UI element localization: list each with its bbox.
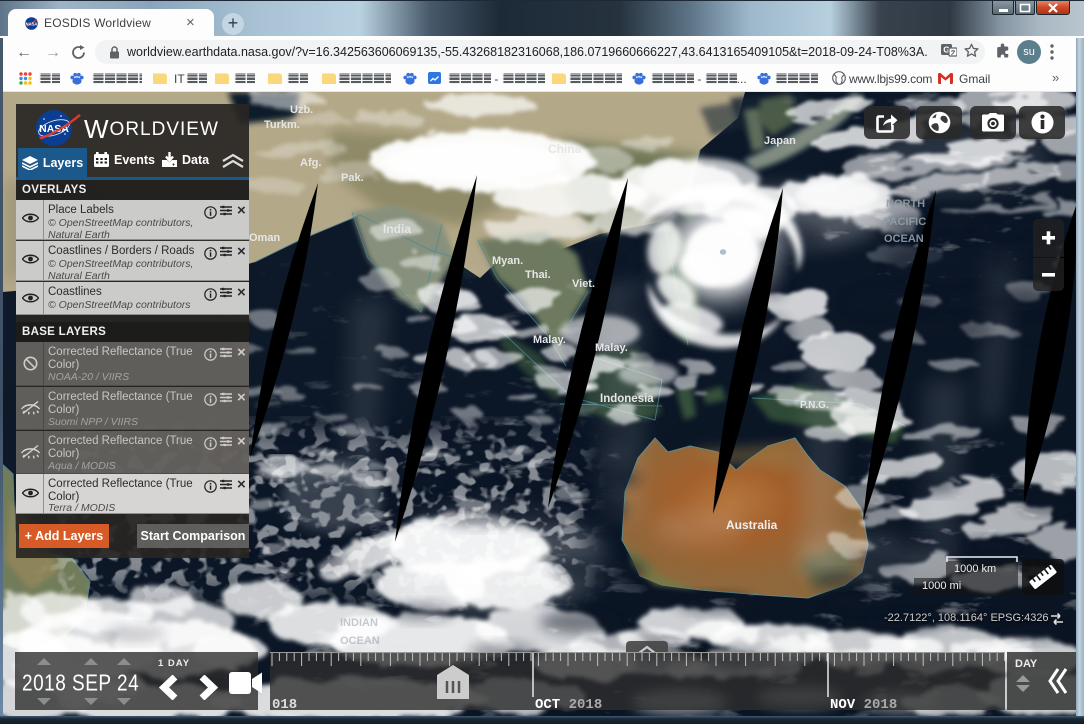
svg-text:China: China	[548, 142, 582, 156]
svg-text:Indonesia: Indonesia	[600, 393, 654, 405]
svg-text:Uzb.: Uzb.	[290, 104, 313, 116]
svg-text:OCT 2018: OCT 2018	[535, 697, 602, 710]
svg-text:NASA: NASA	[26, 22, 38, 27]
svg-text:Japan: Japan	[764, 135, 796, 147]
svg-text:Afg.: Afg.	[300, 157, 321, 169]
svg-text:Australia: Australia	[726, 518, 778, 532]
svg-text:Pak.: Pak.	[341, 172, 364, 184]
svg-text:Thai.: Thai.	[525, 269, 551, 281]
svg-text:018: 018	[272, 697, 297, 710]
svg-text:NOV 2018: NOV 2018	[830, 697, 897, 710]
svg-text:PACIFIC: PACIFIC	[883, 216, 926, 228]
svg-text:Viet.: Viet.	[572, 278, 595, 290]
svg-text:Myan.: Myan.	[492, 255, 523, 267]
svg-text:OCEAN: OCEAN	[340, 635, 380, 647]
svg-text:Oman: Oman	[249, 232, 280, 244]
svg-text:P.N.G.: P.N.G.	[800, 400, 829, 411]
svg-text:NORTH: NORTH	[886, 198, 925, 210]
svg-text:Turkm.: Turkm.	[264, 119, 300, 131]
svg-text:India: India	[383, 222, 411, 236]
svg-text:INDIAN: INDIAN	[340, 617, 378, 629]
svg-text:OCEAN: OCEAN	[884, 233, 924, 245]
svg-text:Malay.: Malay.	[595, 342, 628, 354]
svg-text:Malay.: Malay.	[533, 334, 566, 346]
